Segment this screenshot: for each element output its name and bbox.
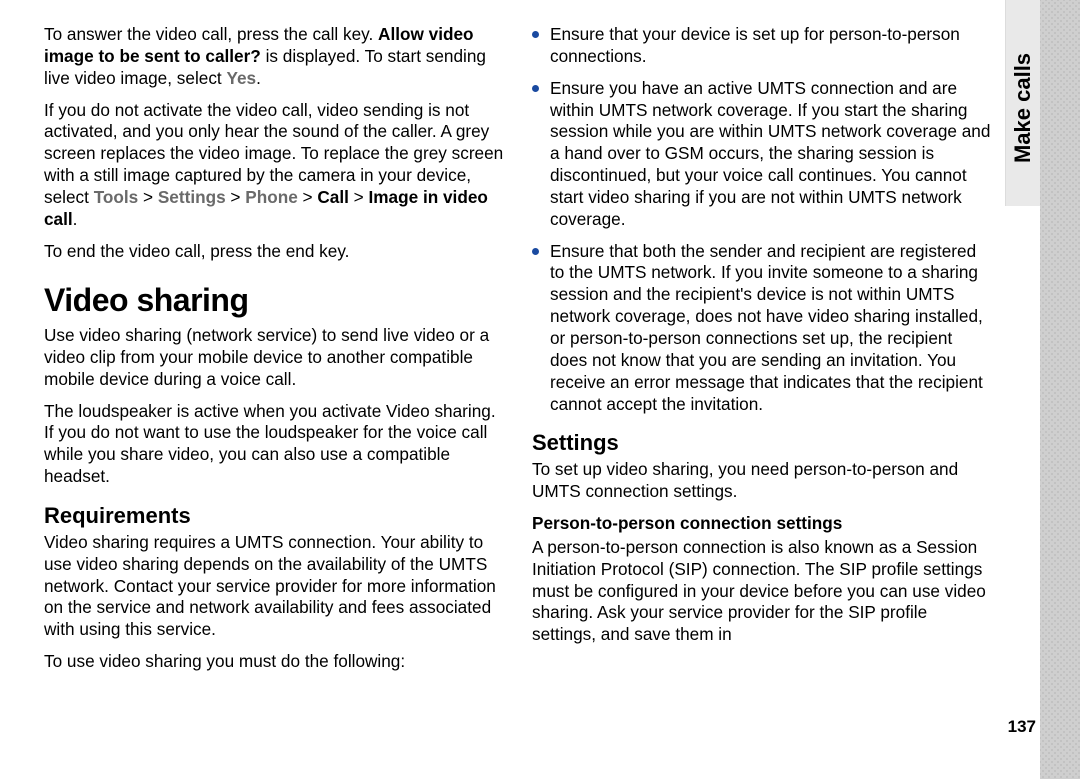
bullet-list: Ensure that your device is set up for pe… <box>532 24 992 415</box>
text: To answer the video call, press the call… <box>44 24 378 44</box>
menu-path-item: Phone <box>245 187 298 207</box>
heading-settings: Settings <box>532 429 992 457</box>
section-tab: Make calls <box>1005 0 1040 206</box>
text: > <box>298 187 318 207</box>
paragraph: If you do not activate the video call, v… <box>44 100 504 231</box>
paragraph: To end the video call, press the end key… <box>44 241 504 263</box>
column-left: To answer the video call, press the call… <box>44 24 504 779</box>
menu-option: Yes <box>226 68 256 88</box>
heading-video-sharing: Video sharing <box>44 280 504 321</box>
list-item: Ensure that your device is set up for pe… <box>532 24 992 68</box>
menu-path-item: Tools <box>94 187 139 207</box>
section-tab-label: Make calls <box>1010 53 1036 163</box>
subheading-p2p: Person-to-person connection settings <box>532 513 992 535</box>
text: > <box>226 187 246 207</box>
text: > <box>138 187 158 207</box>
paragraph: To answer the video call, press the call… <box>44 24 504 90</box>
paragraph: To use video sharing you must do the fol… <box>44 651 504 673</box>
paragraph: The loudspeaker is active when you activ… <box>44 401 504 488</box>
column-right: Ensure that your device is set up for pe… <box>532 24 992 779</box>
heading-requirements: Requirements <box>44 502 504 530</box>
paragraph: Video sharing requires a UMTS connection… <box>44 532 504 641</box>
page-edge-strip <box>1040 0 1080 779</box>
menu-path-item: Settings <box>158 187 226 207</box>
list-item: Ensure you have an active UMTS connectio… <box>532 78 992 231</box>
paragraph: A person-to-person connection is also kn… <box>532 537 992 646</box>
paragraph: Use video sharing (network service) to s… <box>44 325 504 391</box>
text: > <box>349 187 369 207</box>
list-item: Ensure that both the sender and recipien… <box>532 241 992 416</box>
content-area: To answer the video call, press the call… <box>0 0 1040 779</box>
text: . <box>256 68 261 88</box>
menu-path-item: Call <box>317 187 349 207</box>
page: To answer the video call, press the call… <box>0 0 1080 779</box>
paragraph: To set up video sharing, you need person… <box>532 459 992 503</box>
page-number: 137 <box>1008 717 1036 737</box>
text: . <box>73 209 78 229</box>
